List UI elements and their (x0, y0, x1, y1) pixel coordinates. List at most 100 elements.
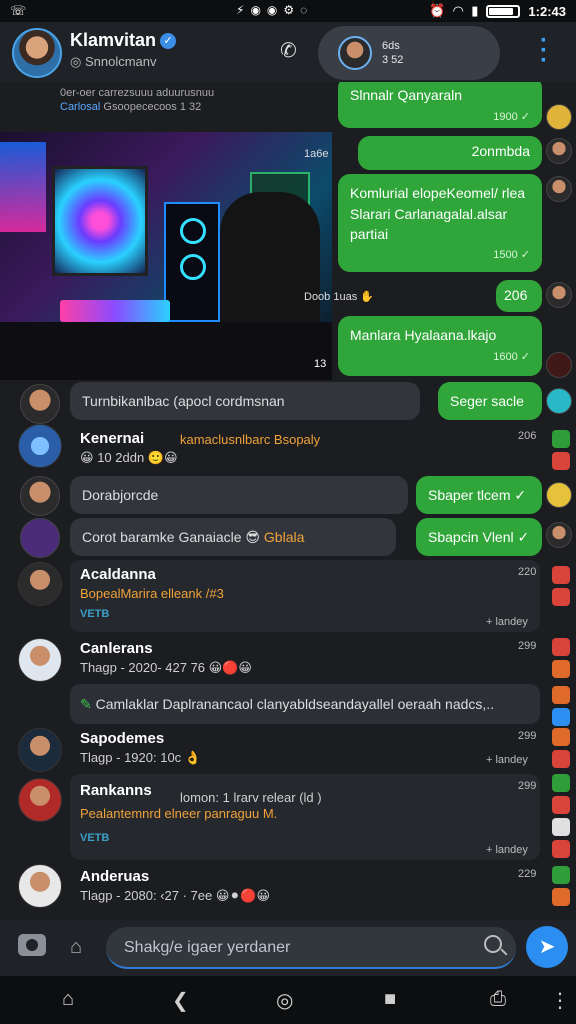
message-bubble[interactable]: Sbaper tlcem ✓ (416, 476, 542, 514)
forwarded-sender[interactable]: Carlosal (60, 101, 100, 113)
phone-icon[interactable]: ✆ (280, 38, 297, 63)
message-bubble[interactable]: 2onmbda (358, 136, 542, 170)
whatsapp-icon: ☏ (10, 3, 27, 18)
contact-name[interactable]: Anderuas (80, 868, 149, 885)
avatar[interactable] (12, 28, 62, 78)
message-chip[interactable]: Dorabjorcde (70, 476, 408, 514)
contact-name[interactable]: Canlerans (80, 640, 153, 657)
message-text: Sbapcin Vlenl (428, 529, 514, 545)
avatar[interactable] (18, 778, 62, 822)
forwarded-header: 0er-oer carrezsuuu aduurusnuu Carlosal G… (60, 86, 214, 114)
system-note-label: Camlaklar Daplranancaol clanyabldseanday… (95, 696, 495, 712)
contact-footer: + landey (486, 754, 528, 766)
recents-icon[interactable]: ■ (384, 988, 396, 1011)
wifi-icon: ◠ (453, 3, 464, 18)
message-text: Sbaper tlcem (428, 487, 511, 503)
send-button[interactable]: ➤ (526, 926, 568, 968)
group-call-pill[interactable]: 6ds 3 52 (318, 26, 500, 80)
share-icon[interactable]: ⎙ (490, 988, 506, 1011)
shared-photo[interactable] (0, 132, 332, 380)
message-time: 1600 (493, 351, 518, 363)
hand-icon: ✋ (360, 291, 374, 303)
message-bubble[interactable]: 206 (496, 280, 542, 312)
camera-icon[interactable] (18, 934, 46, 956)
contact-subline-text: Tlagp - 1920: 10c (80, 750, 182, 765)
contact-subline-text: 10 2ddn (97, 450, 145, 465)
contact-subline: Tlagp - 2080: ‹27 · 7ee 😀⚫🔴😀 (80, 888, 270, 904)
side-actions (552, 686, 570, 726)
emoji-icon: 😀⚫🔴😀 (215, 888, 271, 903)
avatar (546, 352, 572, 378)
side-actions (552, 774, 570, 858)
contact-preview: BopealMarira elleank /#3 (80, 586, 224, 601)
message-bubble[interactable]: Komlurial elopeKeomel/ rlea Slarari Carl… (338, 174, 542, 272)
contact-name[interactable]: Acaldanna (80, 566, 156, 583)
side-actions (552, 866, 570, 906)
contact-subline-text: Tlagp - 2080: ‹27 · 7ee (80, 888, 213, 903)
send-icon: ➤ (538, 936, 556, 958)
avatar (546, 388, 572, 414)
avatar[interactable] (18, 864, 62, 908)
home-icon[interactable]: ⌂ (62, 988, 74, 1011)
avatar[interactable] (18, 728, 62, 772)
contact-time: 299 (518, 640, 537, 652)
avatar[interactable] (18, 562, 62, 606)
photo-caption-text: Doob 1uas (304, 291, 358, 303)
note-icon: ✎ (80, 696, 92, 712)
message-bubble[interactable]: Sbapcin Vlenl ✓ (416, 518, 542, 556)
contact-name[interactable]: Sapodemes (80, 730, 164, 747)
check-icon: ✓ (514, 487, 527, 503)
photo-caption-2: Doob 1uas ✋ (304, 290, 374, 303)
bolt-icon: ⚡ (236, 3, 245, 17)
avatar (546, 282, 572, 308)
circle-icon: ◌ (300, 3, 308, 17)
contact-subline: Tlagp - 1920: 10c 👌 (80, 750, 201, 766)
alarm-icon: ⏰ (429, 3, 446, 18)
chat-area[interactable]: 0er-oer carrezsuuu aduurusnuu Carlosal G… (0, 82, 576, 920)
avatar (546, 138, 572, 164)
clock: 1:2:43 (528, 3, 566, 19)
avatar (546, 482, 572, 508)
message-text: Gblala (263, 529, 305, 545)
avatar (338, 36, 372, 70)
avatar[interactable] (20, 518, 60, 558)
message-bubble[interactable]: Slnnalr Qanyaraln 1900 ✓ (338, 82, 542, 128)
signal-icon: ▮ (471, 3, 479, 18)
message-bubble[interactable]: Manlara Hyalaana.lkajo 1600 ✓ (338, 316, 542, 376)
photo-time: 13 (314, 358, 327, 370)
avatar[interactable] (20, 384, 60, 424)
home-icon[interactable]: ⌂ (70, 936, 82, 959)
search-icon[interactable] (484, 935, 502, 953)
composer: ⌂ Shakg/e igaer yerdaner ➤ (0, 920, 576, 976)
notification-icons: ⚡ ◉ ◉ ⚙ ◌ (236, 3, 307, 17)
back-icon[interactable]: ❮ (172, 988, 189, 1013)
contact-subline: 😀 10 2ddn 🙂😀 (80, 450, 178, 466)
more-icon[interactable]: ⋮ (550, 988, 570, 1013)
message-input[interactable]: Shakg/e igaer yerdaner (106, 927, 516, 969)
message-time: 1900 (493, 111, 518, 123)
avatar[interactable] (18, 638, 62, 682)
contact-name-text: Klamvitan (70, 30, 157, 50)
contact-name[interactable]: Klamvitan ✓ (70, 30, 177, 51)
message-chip[interactable]: Turnbikanlbac (apocl cordmsnan (70, 382, 420, 420)
avatar[interactable] (20, 476, 60, 516)
contact-footer: + landey (486, 616, 528, 628)
message-text: 2onmbda (471, 143, 530, 159)
avatar[interactable] (18, 424, 62, 468)
verified-icon: ✓ (160, 33, 177, 49)
check-icon: ✓ (517, 529, 530, 545)
circle-home-icon[interactable]: ◎ (276, 988, 293, 1013)
message-bubble[interactable]: Seger sacle (438, 382, 542, 420)
contact-name[interactable]: Kenernai (80, 430, 144, 447)
check-icon: ✓ (520, 351, 530, 363)
avatar (546, 522, 572, 548)
check-icon: ✓ (520, 111, 530, 123)
message-chip[interactable]: Corot baramke Ganaiacle 😎 Gblala (70, 518, 396, 556)
check-icon: ✓ (520, 249, 530, 261)
more-options-icon[interactable]: · · · (540, 29, 548, 73)
contact-status: ◎ Snnolcmanv (70, 54, 157, 70)
gear-icon: ⚙ (283, 3, 295, 17)
contact-preview: Pealantemnrd elneer panraguu M. (80, 806, 278, 821)
contact-name[interactable]: Rankanns (80, 782, 152, 799)
emoji-icon: 😀🔴😀 (208, 660, 252, 675)
